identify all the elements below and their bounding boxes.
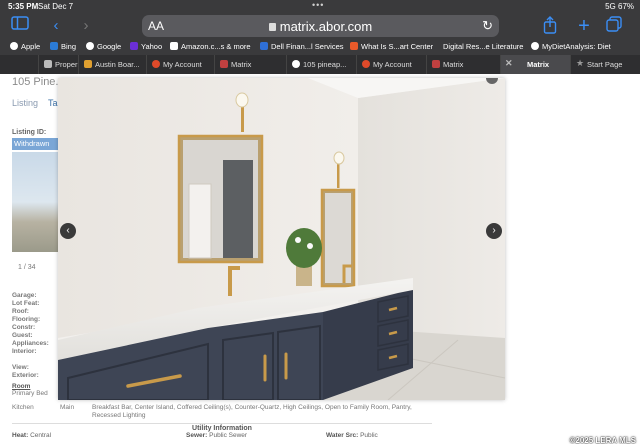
- room-kitchen-level: Main: [60, 404, 75, 411]
- fact-flooring: Flooring:: [12, 316, 41, 323]
- fact-garage: Garage:: [12, 292, 37, 299]
- smart-center-icon: [350, 42, 358, 50]
- globe-icon: [531, 42, 539, 50]
- tab-105-pineapple[interactable]: 105 pineap...: [286, 55, 356, 74]
- account-icon: [152, 60, 160, 68]
- bing-icon: [50, 42, 58, 50]
- utility-heat: Heat: Central: [12, 432, 52, 439]
- bookmark-google[interactable]: Google: [86, 42, 121, 51]
- room-kitchen-features: Breakfast Bar, Center Island, Coffered C…: [92, 404, 412, 419]
- tab-start-page[interactable]: ★ Start Page: [570, 55, 640, 74]
- multitasking-dots[interactable]: •••: [312, 0, 324, 10]
- lock-icon: [268, 23, 276, 31]
- close-tab-icon[interactable]: ✕: [505, 58, 513, 69]
- tab-matrix-2[interactable]: Matrix: [426, 55, 500, 74]
- tab-matrix-active[interactable]: ✕ Matrix: [500, 55, 570, 74]
- bookmark-yahoo[interactable]: Yahoo: [130, 42, 162, 51]
- browser-chrome: 5:35 PM Sat Dec 7 ••• 5G 67% ‹ › AA matr…: [0, 0, 640, 74]
- tab-my-account-1[interactable]: My Account: [146, 55, 214, 74]
- bookmark-bing[interactable]: Bing: [50, 42, 76, 51]
- dell-icon: [260, 42, 268, 50]
- fact-appliances: Appliances:: [12, 340, 49, 347]
- status-bar: 5:35 PM Sat Dec 7 ••• 5G 67%: [0, 0, 640, 13]
- matrix-icon: [432, 60, 440, 68]
- room-header: Room: [12, 383, 31, 390]
- address-bar[interactable]: AA matrix.abor.com ↻: [142, 15, 499, 37]
- google-icon: [292, 60, 300, 68]
- fact-lot-feat: Lot Feat:: [12, 300, 40, 307]
- bookmark-amazon[interactable]: Amazon.c...s & more: [170, 42, 251, 51]
- page-icon: [44, 60, 52, 68]
- copyright-watermark: ©2025 LERA MLS: [569, 436, 636, 444]
- url-text: matrix.abor.com: [279, 19, 373, 34]
- utility-sewer: Sewer: Public Sewer: [186, 432, 248, 439]
- tabs-overview-icon[interactable]: [604, 16, 624, 36]
- bathroom-photo: [58, 78, 505, 400]
- listing-address: 105 Pine...: [12, 76, 65, 88]
- bookmark-dell[interactable]: Dell Finan...l Services: [260, 42, 344, 51]
- utility-header: Utility Information: [12, 423, 432, 432]
- share-icon[interactable]: [540, 16, 560, 36]
- fact-roof: Roof:: [12, 308, 29, 315]
- bookmarks-bar: Apple Bing Google Yahoo Amazon.c...s & m…: [0, 40, 640, 54]
- tab-secondary[interactable]: Ta: [48, 98, 58, 108]
- forward-icon[interactable]: ›: [76, 16, 96, 36]
- reload-icon[interactable]: ↻: [482, 18, 493, 34]
- bookmark-mydietanalysis[interactable]: MyDietAnalysis: Diet: [531, 42, 611, 51]
- account-icon: [362, 60, 370, 68]
- bookmark-apple[interactable]: Apple: [10, 42, 40, 51]
- tab-proper[interactable]: Proper: [38, 55, 78, 74]
- status-date: Sat Dec 7: [38, 2, 74, 11]
- listing-thumbnail[interactable]: [12, 152, 58, 252]
- bookmark-digital-resources[interactable]: Digital Res...e Literature: [443, 42, 523, 51]
- next-photo-icon[interactable]: ›: [486, 223, 502, 239]
- yahoo-icon: [130, 42, 138, 50]
- photo-counter: 1 / 34: [18, 264, 36, 271]
- bookmark-smart-center[interactable]: What Is S...art Center: [350, 42, 433, 51]
- previous-photo-icon[interactable]: ‹: [60, 223, 76, 239]
- fact-exterior: Exterior:: [12, 372, 39, 379]
- listing-id-label: Listing ID:: [12, 129, 47, 136]
- fact-view: View:: [12, 364, 29, 371]
- fact-interior: Interior:: [12, 348, 37, 355]
- battery-signal-indicator: 5G 67%: [605, 2, 634, 11]
- url-display[interactable]: matrix.abor.com: [142, 19, 499, 34]
- apple-icon: [10, 42, 18, 50]
- sidebar-icon[interactable]: [10, 16, 30, 36]
- status-badge: Withdrawn: [12, 138, 58, 150]
- room-kitchen-name: Kitchen: [12, 404, 34, 411]
- google-icon: [86, 42, 94, 50]
- toolbar: ‹ › AA matrix.abor.com ↻ +: [0, 13, 640, 39]
- matrix-icon: [220, 60, 228, 68]
- austin-board-icon: [84, 60, 92, 68]
- new-tab-icon[interactable]: +: [574, 16, 594, 36]
- room-primary-bed: Primary Bed: [12, 390, 48, 397]
- status-time: 5:35 PM: [8, 2, 39, 11]
- photo-lightbox[interactable]: ‹ ›: [58, 78, 505, 400]
- fact-constr: Constr:: [12, 324, 36, 331]
- tab-bar: Proper Austin Boar... My Account Matrix …: [0, 55, 640, 74]
- tab-matrix-1[interactable]: Matrix: [214, 55, 286, 74]
- fact-guest: Guest:: [12, 332, 33, 339]
- amazon-icon: [170, 42, 178, 50]
- tab-my-account-2[interactable]: My Account: [356, 55, 426, 74]
- utility-water: Water Src: Public: [326, 432, 378, 439]
- tab-listing[interactable]: Listing: [12, 98, 38, 108]
- back-icon[interactable]: ‹: [46, 16, 66, 36]
- tab-austin-board[interactable]: Austin Boar...: [78, 55, 146, 74]
- star-icon: ★: [576, 58, 585, 68]
